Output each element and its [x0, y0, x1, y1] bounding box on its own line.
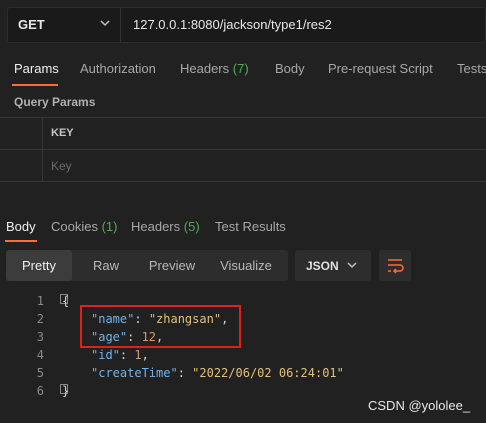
- tab-label: Headers: [131, 219, 181, 234]
- chevron-down-icon: [347, 262, 357, 269]
- line-number: 6: [36, 384, 44, 398]
- table-header-row: KEY: [0, 117, 486, 150]
- tab-response-body[interactable]: Body: [6, 219, 36, 234]
- tab-response-headers[interactable]: Headers (5): [131, 219, 200, 234]
- watermark: CSDN @yololee_: [368, 398, 471, 413]
- tab-label: Authorization: [80, 61, 156, 76]
- json-trail: ,: [141, 348, 149, 362]
- tab-label: Test Results: [215, 219, 286, 234]
- line-number: 3: [36, 330, 44, 344]
- tab-count: (7): [232, 61, 249, 76]
- row-gutter: [0, 118, 43, 149]
- url-input[interactable]: 127.0.0.1:8080/jackson/type1/res2: [133, 17, 332, 32]
- chevron-down-icon: [100, 20, 110, 27]
- raw-button[interactable]: Raw: [74, 250, 138, 281]
- table-row: Key: [0, 149, 486, 182]
- tab-authorization[interactable]: Authorization: [80, 61, 156, 76]
- json-key: "createTime": [91, 366, 178, 380]
- method-select[interactable]: GET: [8, 8, 121, 42]
- tab-label: Tests: [457, 61, 486, 76]
- language-select[interactable]: JSON: [295, 250, 371, 281]
- tab-label: Pre-request Script: [328, 61, 433, 76]
- open-brace: {: [62, 294, 70, 308]
- close-brace: }: [62, 384, 70, 398]
- query-params-title: Query Params: [14, 95, 96, 109]
- code-line: "createTime": "2022/06/02 06:24:01": [91, 366, 344, 380]
- tab-label: Params: [14, 61, 59, 76]
- code-line: "id": 1,: [91, 348, 149, 362]
- tab-pre-request-script[interactable]: Pre-request Script: [328, 61, 433, 76]
- request-url-bar: GET 127.0.0.1:8080/jackson/type1/res2: [7, 7, 486, 43]
- json-value: 1: [134, 348, 142, 362]
- tab-label: Body: [275, 61, 305, 76]
- key-column-header: KEY: [51, 127, 74, 139]
- tab-cookies[interactable]: Cookies (1): [51, 219, 117, 234]
- request-tabs: Params Authorization Headers (7) Body Pr…: [0, 48, 486, 86]
- tab-headers[interactable]: Headers (7): [180, 61, 249, 76]
- language-select-value: JSON: [306, 259, 339, 273]
- tab-count: (5): [183, 219, 200, 234]
- tab-label: Headers: [180, 61, 230, 76]
- tab-count: (1): [101, 219, 118, 234]
- line-number: 4: [36, 348, 44, 362]
- active-tab-indicator: [5, 240, 37, 242]
- response-tabs: Body Cookies (1) Headers (5) Test Result…: [0, 212, 486, 242]
- tab-label: Cookies: [51, 219, 98, 234]
- row-gutter: [0, 150, 43, 181]
- tab-params[interactable]: Params: [14, 61, 59, 76]
- format-toggle-group: Pretty Raw Preview Visualize: [6, 250, 288, 281]
- tab-test-results[interactable]: Test Results: [215, 219, 286, 234]
- line-number: 2: [36, 312, 44, 326]
- key-input[interactable]: Key: [51, 159, 72, 173]
- tab-tests[interactable]: Tests: [457, 61, 486, 76]
- active-tab-indicator: [12, 84, 58, 86]
- response-body-viewer: 1 2 3 4 5 6 { "name": "zhangsan", "age":…: [0, 290, 486, 410]
- highlight-box: [80, 305, 241, 348]
- line-number: 5: [36, 366, 44, 380]
- query-params-table: KEY Key: [0, 117, 486, 182]
- wrap-lines-button[interactable]: [379, 250, 411, 281]
- wrap-lines-icon: [388, 259, 404, 274]
- json-value: "2022/06/02 06:24:01": [192, 366, 344, 380]
- tab-body[interactable]: Body: [275, 61, 305, 76]
- line-number: 1: [36, 294, 44, 308]
- method-label: GET: [18, 17, 45, 32]
- json-key: "id": [91, 348, 120, 362]
- preview-button[interactable]: Preview: [138, 250, 206, 281]
- visualize-button[interactable]: Visualize: [208, 250, 284, 281]
- pretty-button[interactable]: Pretty: [6, 250, 72, 281]
- tab-label: Body: [6, 219, 36, 234]
